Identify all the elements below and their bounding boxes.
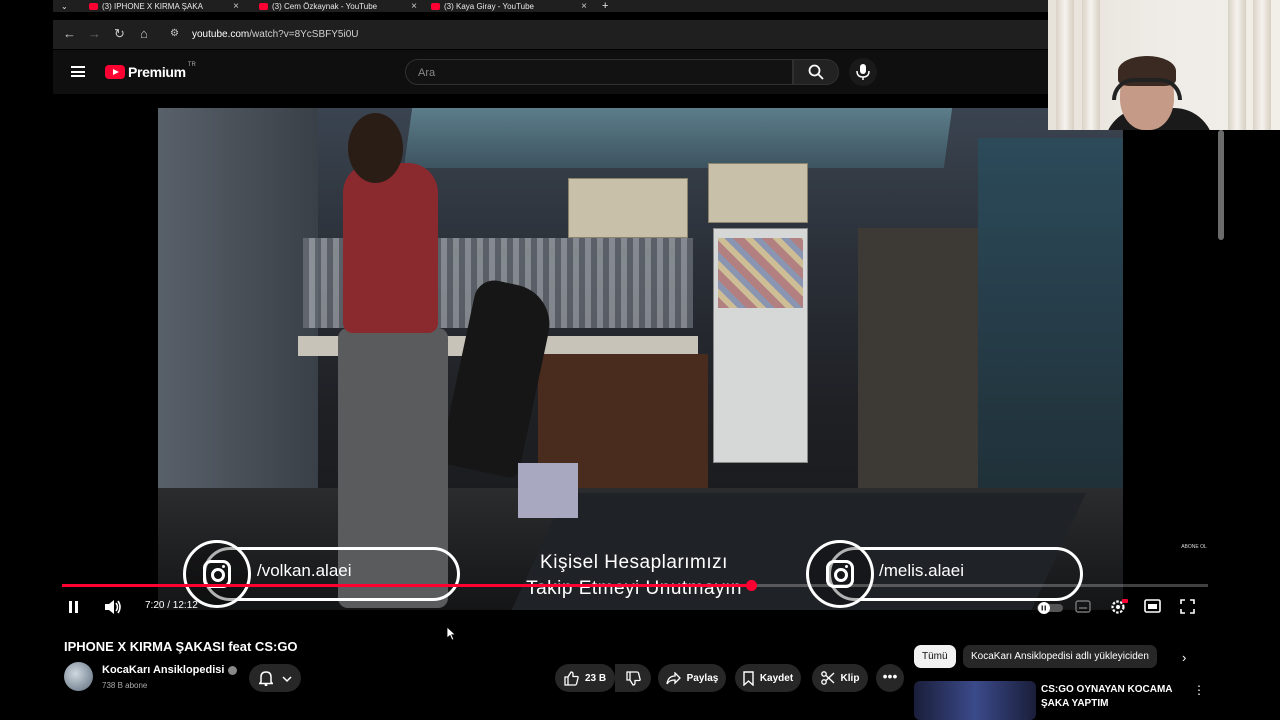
tab-label: (3) IPHONE X KIRMA ŞAKA (102, 1, 203, 11)
reload-icon[interactable]: ↻ (114, 26, 125, 42)
video-player[interactable]: /volkan.alaei Kişisel Hesaplarımızı Taki… (53, 94, 1223, 624)
search-icon (808, 64, 824, 80)
youtube-favicon-icon (259, 2, 268, 10)
progress-bar[interactable] (62, 580, 1208, 591)
fullscreen-button[interactable] (1180, 599, 1195, 618)
channel-name-text: KocaKarı Ansiklopedisi (102, 664, 225, 676)
save-label: Kaydet (759, 672, 794, 684)
tab-close-icon[interactable]: × (581, 1, 587, 12)
tab-close-icon[interactable]: × (233, 1, 239, 12)
notification-bell-button[interactable] (249, 664, 301, 692)
clip-label: Klip (840, 672, 860, 684)
url-domain: youtube.com (192, 29, 250, 40)
voice-search-button[interactable] (849, 58, 877, 86)
back-icon[interactable]: ← (63, 26, 76, 41)
thumbs-up-icon (564, 670, 579, 686)
youtube-favicon-icon (89, 2, 98, 10)
channel-avatar[interactable] (64, 662, 93, 691)
forward-icon[interactable]: → (88, 26, 101, 41)
autoplay-toggle[interactable] (1037, 601, 1063, 618)
instagram-handle-text: /volkan.alaei (257, 561, 352, 580)
chevron-down-icon (282, 676, 292, 683)
new-tab-button[interactable]: + (602, 0, 608, 12)
browser-tab[interactable]: (3) Kaya Giray - YouTube × (431, 0, 587, 12)
tab-label: (3) Cem Özkaynak - YouTube (272, 1, 378, 11)
browser-tab-bar: ⌄ (3) IPHONE X KIRMA ŞAKA × (3) Cem Özka… (53, 0, 1048, 12)
clip-button[interactable]: Klip (812, 664, 868, 692)
region-code: TR (187, 62, 196, 68)
menu-icon[interactable] (71, 66, 85, 77)
more-horizontal-icon: ••• (882, 668, 898, 684)
volume-button[interactable] (104, 599, 122, 619)
share-button[interactable]: Paylaş (658, 664, 726, 692)
progress-scrubber[interactable] (745, 580, 757, 591)
miniplayer-button[interactable] (1144, 599, 1161, 617)
overlay-text-line2: Takip Etmeyi Unutmayın (526, 578, 742, 599)
search-button[interactable] (793, 59, 839, 85)
like-count: 23 B (584, 672, 607, 684)
share-icon (665, 671, 681, 685)
tab-label: (3) Kaya Giray - YouTube (444, 1, 534, 11)
more-actions-button[interactable]: ••• (876, 664, 904, 692)
channel-watermark[interactable]: ABONE OL (1179, 544, 1209, 568)
mouse-cursor-icon (447, 627, 457, 641)
like-button[interactable]: 23 B (555, 664, 615, 692)
gear-icon (1111, 599, 1128, 614)
scissors-icon (820, 671, 834, 685)
miniplayer-icon (1144, 599, 1161, 613)
site-info-icon[interactable]: ⚙ (170, 28, 179, 39)
url-field[interactable]: youtube.com/watch?v=8YcSBFY5i0U (192, 29, 358, 40)
browser-tab-active[interactable]: (3) IPHONE X KIRMA ŞAKA × (89, 0, 239, 12)
chip-label: Tümü (922, 651, 948, 662)
verified-icon (228, 665, 238, 675)
subtitles-button[interactable] (1075, 600, 1091, 616)
overlay-text-line1: Kişisel Hesaplarımızı (540, 552, 728, 573)
youtube-logo[interactable]: Premium TR (105, 62, 196, 80)
thumbs-down-icon (625, 670, 641, 686)
time-display: 7:20 / 12:12 (145, 600, 198, 611)
fullscreen-icon (1180, 599, 1195, 614)
instagram-badge-right (806, 540, 874, 608)
chevron-right-icon[interactable]: › (1182, 650, 1186, 665)
progress-played (62, 584, 751, 587)
video-title: IPHONE X KIRMA ŞAKASI feat CS:GO (64, 639, 298, 654)
url-path: /watch?v=8YcSBFY5i0U (249, 29, 359, 40)
page-scrollbar[interactable] (1218, 130, 1224, 240)
youtube-play-icon (105, 65, 125, 79)
chip-label: KocaKarı Ansiklopedisi adlı yükleyiciden (971, 651, 1149, 662)
bookmark-icon (743, 670, 754, 686)
recommended-title[interactable]: CS:GO OYNAYAN KOCAMA ŞAKA YAPTIM (1041, 683, 1181, 711)
microphone-icon (856, 64, 870, 80)
more-vertical-icon[interactable]: ⋮ (1193, 683, 1205, 697)
bell-icon (259, 671, 273, 686)
tab-close-icon[interactable]: × (411, 1, 417, 12)
pause-button[interactable] (69, 600, 81, 617)
browser-tab[interactable]: (3) Cem Özkaynak - YouTube × (259, 0, 417, 12)
tab-list-chevron-icon[interactable]: ⌄ (61, 0, 68, 12)
video-frame (158, 108, 1123, 610)
youtube-header: Premium TR Ara (53, 50, 1048, 94)
channel-name[interactable]: KocaKarı Ansiklopedisi (102, 664, 238, 676)
settings-button[interactable] (1110, 599, 1128, 619)
filter-chip-all[interactable]: Tümü (914, 645, 956, 668)
autoplay-icon (1037, 602, 1063, 614)
subscriber-count: 738 B abone (102, 681, 148, 690)
share-label: Paylaş (686, 672, 719, 684)
filter-chip-uploader[interactable]: KocaKarı Ansiklopedisi adlı yükleyiciden (963, 645, 1157, 668)
save-button[interactable]: Kaydet (735, 664, 801, 692)
search-input[interactable]: Ara (405, 59, 793, 85)
subtitles-icon (1075, 600, 1091, 613)
person-image (343, 163, 438, 333)
webcam-overlay (1048, 0, 1280, 130)
youtube-favicon-icon (431, 2, 440, 10)
logo-text: Premium (128, 64, 186, 80)
dislike-button[interactable] (615, 664, 651, 692)
instagram-badge-left (183, 540, 251, 608)
instagram-handle-text: /melis.alaei (879, 561, 965, 580)
recommended-thumbnail[interactable] (914, 681, 1036, 720)
address-bar: ← → ↻ ⌂ ⚙ youtube.com/watch?v=8YcSBFY5i0… (53, 20, 1048, 49)
volume-icon (105, 600, 121, 614)
search-placeholder: Ara (418, 67, 436, 79)
home-icon[interactable]: ⌂ (140, 26, 148, 41)
